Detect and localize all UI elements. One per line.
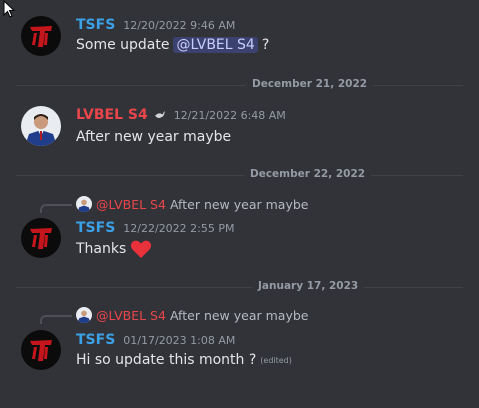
lvbel-avatar-icon bbox=[21, 106, 61, 146]
message-tsfs-1[interactable]: TSFS 12/20/2022 9:46 AM Some update @LVB… bbox=[0, 0, 479, 70]
avatar[interactable] bbox=[21, 16, 61, 56]
reply-preview[interactable]: @LVBEL S4 After new year maybe bbox=[76, 307, 308, 323]
edited-label[interactable]: (edited) bbox=[260, 356, 292, 365]
mouse-cursor-icon bbox=[3, 0, 16, 18]
message-text: Thanks bbox=[76, 241, 127, 257]
message-content: Thanks bbox=[76, 239, 152, 259]
message-header: LVBEL S4 12/21/2022 6:48 AM bbox=[76, 107, 286, 123]
timestamp[interactable]: 12/20/2022 9:46 AM bbox=[123, 19, 235, 32]
message-tsfs-reply-1[interactable]: @LVBEL S4 After new year maybe TSFS 12/2… bbox=[0, 190, 479, 270]
message-header: TSFS 12/22/2022 2:55 PM bbox=[76, 220, 235, 236]
message-text-suffix: ? bbox=[261, 37, 270, 53]
message-tsfs-reply-2[interactable]: @LVBEL S4 After new year maybe TSFS 01/1… bbox=[0, 300, 479, 385]
reply-spine bbox=[40, 204, 72, 213]
message-header: TSFS 01/17/2023 1:08 AM bbox=[76, 332, 235, 348]
reply-text[interactable]: After new year maybe bbox=[170, 197, 309, 212]
lvbel-avatar-icon bbox=[76, 307, 92, 323]
date-divider bbox=[16, 85, 463, 86]
reply-spine bbox=[40, 315, 72, 324]
reply-avatar bbox=[76, 196, 92, 212]
timestamp[interactable]: 12/21/2022 6:48 AM bbox=[174, 109, 286, 122]
user-mention[interactable]: @LVBEL S4 bbox=[173, 37, 258, 53]
reply-avatar bbox=[76, 307, 92, 323]
reply-preview[interactable]: @LVBEL S4 After new year maybe bbox=[76, 196, 308, 212]
username[interactable]: LVBEL S4 bbox=[76, 107, 148, 123]
message-content: Hi so update this month ? (edited) bbox=[76, 352, 292, 368]
avatar[interactable] bbox=[21, 106, 61, 146]
date-divider-label: December 21, 2022 bbox=[246, 78, 374, 90]
timestamp[interactable]: 01/17/2023 1:08 AM bbox=[123, 334, 235, 347]
lvbel-avatar-icon bbox=[76, 196, 92, 212]
tsfs-avatar-icon bbox=[21, 218, 61, 258]
message-text: Some update bbox=[76, 37, 170, 53]
username[interactable]: TSFS bbox=[76, 220, 115, 236]
message-content: Some update @LVBEL S4 ? bbox=[76, 37, 269, 53]
date-divider-label: January 17, 2023 bbox=[252, 280, 365, 292]
tsfs-avatar-icon bbox=[21, 16, 61, 56]
avatar[interactable] bbox=[21, 218, 61, 258]
message-header: TSFS 12/20/2022 9:46 AM bbox=[76, 17, 235, 33]
username[interactable]: TSFS bbox=[76, 17, 115, 33]
message-text: Hi so update this month ? bbox=[76, 352, 257, 368]
reply-text[interactable]: After new year maybe bbox=[170, 308, 309, 323]
red-heart-icon[interactable] bbox=[130, 239, 152, 259]
avatar[interactable] bbox=[21, 330, 61, 370]
date-divider bbox=[16, 287, 463, 288]
timestamp[interactable]: 12/22/2022 2:55 PM bbox=[123, 222, 234, 235]
reply-author[interactable]: @LVBEL S4 bbox=[96, 197, 166, 212]
username[interactable]: TSFS bbox=[76, 332, 115, 348]
sparrow-badge-icon[interactable] bbox=[154, 109, 166, 121]
date-divider bbox=[16, 175, 463, 176]
tsfs-avatar-icon bbox=[21, 330, 61, 370]
message-content: After new year maybe bbox=[76, 129, 231, 145]
message-lvbel[interactable]: LVBEL S4 12/21/2022 6:48 AM After new ye… bbox=[0, 100, 479, 160]
reply-author[interactable]: @LVBEL S4 bbox=[96, 308, 166, 323]
date-divider-label: December 22, 2022 bbox=[244, 168, 372, 180]
message-text: After new year maybe bbox=[76, 129, 232, 145]
